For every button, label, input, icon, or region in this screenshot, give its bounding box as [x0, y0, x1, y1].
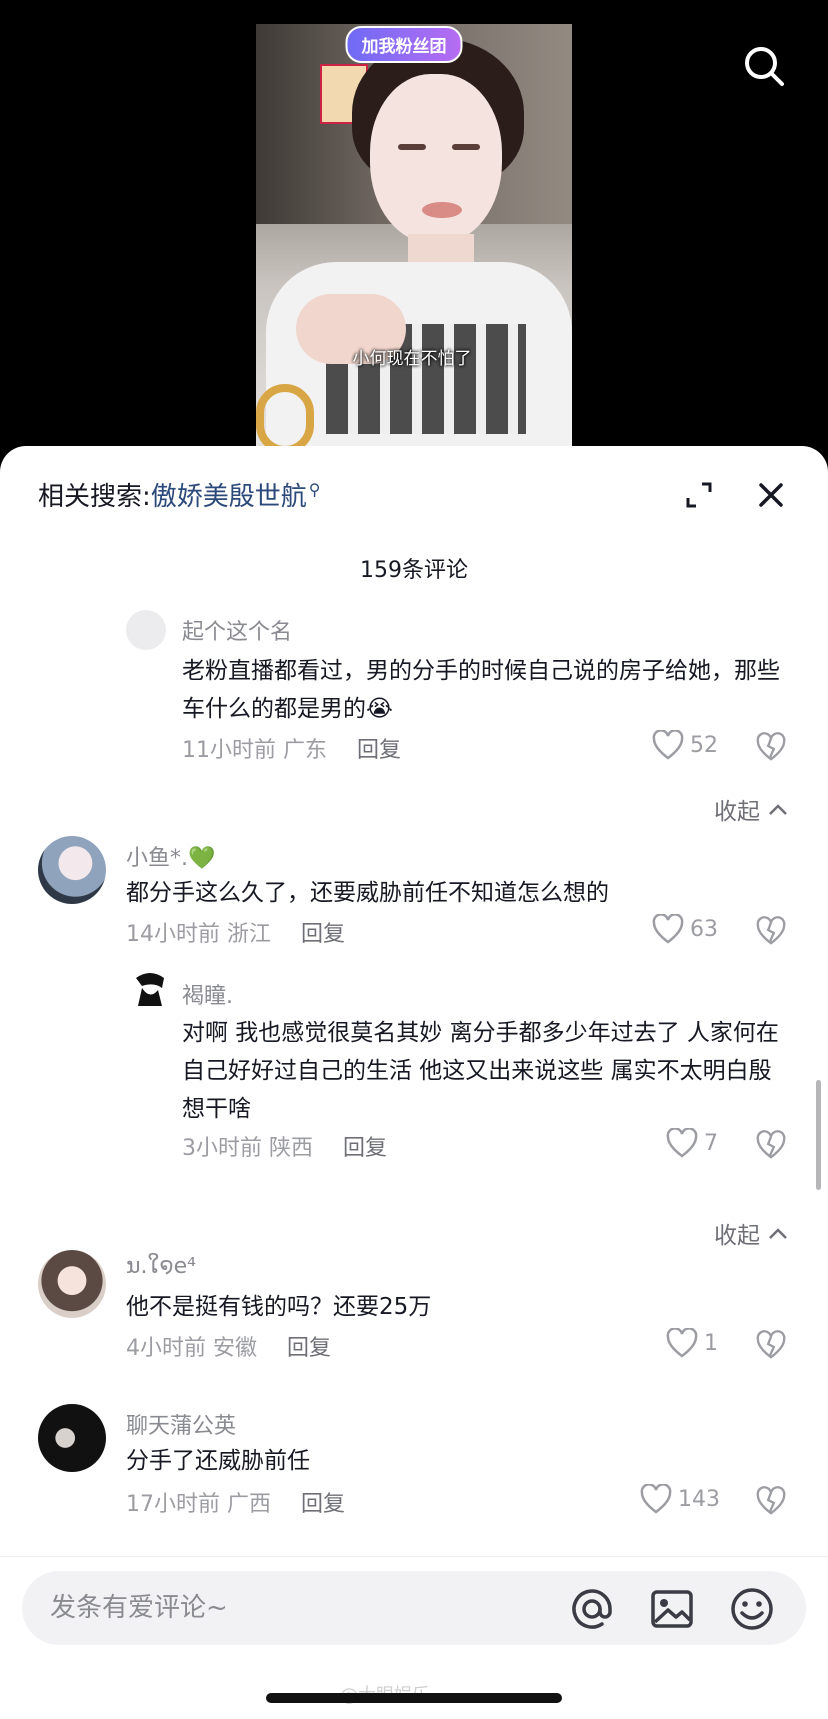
search-small-icon: ⚲	[308, 480, 321, 500]
video-area: 加我粉丝团 小何现在不怕了	[0, 0, 828, 470]
scrollbar[interactable]	[816, 1080, 821, 1190]
heart-icon	[666, 1128, 698, 1158]
comment-sheet: 相关搜索:傲娇美殷世航 ⚲ 159条评论 起个这个名 老粉直播都看过，男的分手的时…	[0, 446, 828, 1719]
fan-club-badge[interactable]: 加我粉丝团	[345, 26, 463, 63]
emoji-icon[interactable]	[728, 1585, 776, 1633]
like-button[interactable]: 63	[652, 914, 718, 944]
like-button[interactable]: 1	[666, 1328, 718, 1358]
comment-text: 都分手这么久了，还要威胁前任不知道怎么想的	[126, 880, 609, 906]
search-icon	[745, 47, 784, 86]
like-button[interactable]: 7	[666, 1128, 718, 1158]
comment-username[interactable]: 聊天蒲公英	[126, 1408, 236, 1440]
reply-button[interactable]: 回复	[301, 1492, 345, 1517]
comment-username[interactable]: ນ.ໃ໑e⁴	[126, 1254, 196, 1279]
comment-time-location: 4小时前 安徽	[126, 1336, 257, 1361]
avatar[interactable]	[38, 1404, 106, 1472]
heart-icon	[666, 1328, 698, 1358]
comment-count: 159条评论	[360, 558, 468, 583]
broken-heart-icon[interactable]	[756, 1486, 786, 1516]
heart-icon	[640, 1484, 672, 1514]
collapse-replies-button[interactable]: 收起	[714, 792, 788, 826]
video-caption: 小何现在不怕了	[352, 349, 472, 369]
at-mention-icon[interactable]	[568, 1585, 616, 1633]
broken-heart-icon[interactable]	[756, 732, 786, 762]
like-count: 7	[704, 1130, 718, 1156]
avatar[interactable]	[38, 1250, 106, 1318]
like-button[interactable]: 52	[652, 730, 718, 760]
avatar[interactable]	[132, 970, 168, 1010]
comment-username[interactable]: 褐瞳.	[182, 978, 233, 1010]
reply-button[interactable]: 回复	[301, 922, 345, 947]
like-button[interactable]: 143	[640, 1484, 720, 1514]
like-count: 63	[690, 916, 718, 942]
comment-meta: 14小时前 浙江 回复	[126, 916, 345, 948]
comment-text: 分手了还威胁前任	[126, 1448, 310, 1474]
broken-heart-icon[interactable]	[756, 1130, 786, 1160]
reply-button[interactable]: 回复	[357, 738, 401, 763]
comment-meta: 4小时前 安徽 回复	[126, 1330, 331, 1362]
collapse-label: 收起	[714, 1223, 760, 1249]
comment-input[interactable]	[50, 1571, 530, 1645]
reply-button[interactable]: 回复	[343, 1136, 387, 1161]
comment-username[interactable]: 起个这个名	[182, 614, 292, 646]
heart-icon	[652, 730, 684, 760]
video-person-eye	[452, 144, 480, 150]
search-button[interactable]	[742, 44, 786, 88]
collapse-replies-button[interactable]: 收起	[714, 1216, 788, 1250]
comment-time-location: 14小时前 浙江	[126, 922, 271, 947]
like-count: 143	[678, 1486, 720, 1512]
expand-icon[interactable]	[684, 480, 714, 510]
reply-button[interactable]: 回复	[287, 1336, 331, 1361]
comment-meta: 17小时前 广西 回复	[126, 1486, 345, 1518]
heart-icon	[652, 914, 684, 944]
comment-meta: 3小时前 陕西 回复	[182, 1130, 387, 1162]
related-search-label: 相关搜索:	[38, 482, 151, 512]
comment-input-box	[22, 1571, 806, 1645]
comment-item: 褐瞳. 对啊 我也感觉很莫名其妙 离分手都多少年过去了 人家何在自己好好过自己的…	[0, 970, 828, 1170]
comment-text: 他不是挺有钱的吗？还要25万	[126, 1294, 432, 1320]
comment-text: 老粉直播都看过，男的分手的时候自己说的房子给她，那些车什么的都是男的😭	[182, 658, 780, 722]
comment-item: 聊天蒲公英 分手了还威胁前任 17小时前 广西 回复 143	[0, 1400, 828, 1520]
video-person-lips	[422, 202, 462, 218]
avatar-drawing	[136, 973, 164, 1006]
chevron-up-icon	[769, 804, 787, 815]
video-person-eye	[398, 144, 426, 150]
close-icon[interactable]	[754, 478, 788, 512]
collapse-label: 收起	[714, 799, 760, 825]
chevron-up-icon	[769, 1228, 787, 1239]
avatar[interactable]	[38, 836, 106, 904]
related-search: 相关搜索:傲娇美殷世航 ⚲	[38, 476, 321, 513]
comment-input-bar: @大眼娱乐	[0, 1556, 828, 1719]
avatar[interactable]	[126, 610, 166, 650]
comment-time-location: 11小时前 广东	[182, 738, 327, 763]
sheet-header: 相关搜索:傲娇美殷世航 ⚲	[0, 446, 828, 536]
video-player[interactable]: 加我粉丝团 小何现在不怕了	[256, 24, 572, 460]
comment-username[interactable]: 小鱼*.💚	[126, 840, 215, 872]
broken-heart-icon[interactable]	[756, 1330, 786, 1360]
comment-item: 小鱼*.💚 都分手这么久了，还要威胁前任不知道怎么想的 14小时前 浙江 回复 6…	[0, 832, 828, 952]
image-icon[interactable]	[648, 1585, 696, 1633]
video-person-face	[370, 74, 502, 244]
comment-text: 对啊 我也感觉很莫名其妙 离分手都多少年过去了 人家何在自己好好过自己的生活 他…	[182, 1020, 779, 1122]
comment-item: 起个这个名 老粉直播都看过，男的分手的时候自己说的房子给她，那些车什么的都是男的…	[0, 606, 828, 763]
like-count: 52	[690, 732, 718, 758]
like-count: 1	[704, 1330, 718, 1356]
comment-meta: 11小时前 广东 回复	[182, 732, 401, 764]
comment-time-location: 3小时前 陕西	[182, 1136, 313, 1161]
comment-item: ນ.ໃ໑e⁴ 他不是挺有钱的吗？还要25万 4小时前 安徽 回复 1	[0, 1246, 828, 1366]
home-indicator[interactable]	[266, 1693, 562, 1703]
related-search-keyword[interactable]: 傲娇美殷世航	[151, 482, 307, 512]
comment-time-location: 17小时前 广西	[126, 1492, 271, 1517]
video-bracelet	[256, 384, 314, 454]
broken-heart-icon[interactable]	[756, 916, 786, 946]
